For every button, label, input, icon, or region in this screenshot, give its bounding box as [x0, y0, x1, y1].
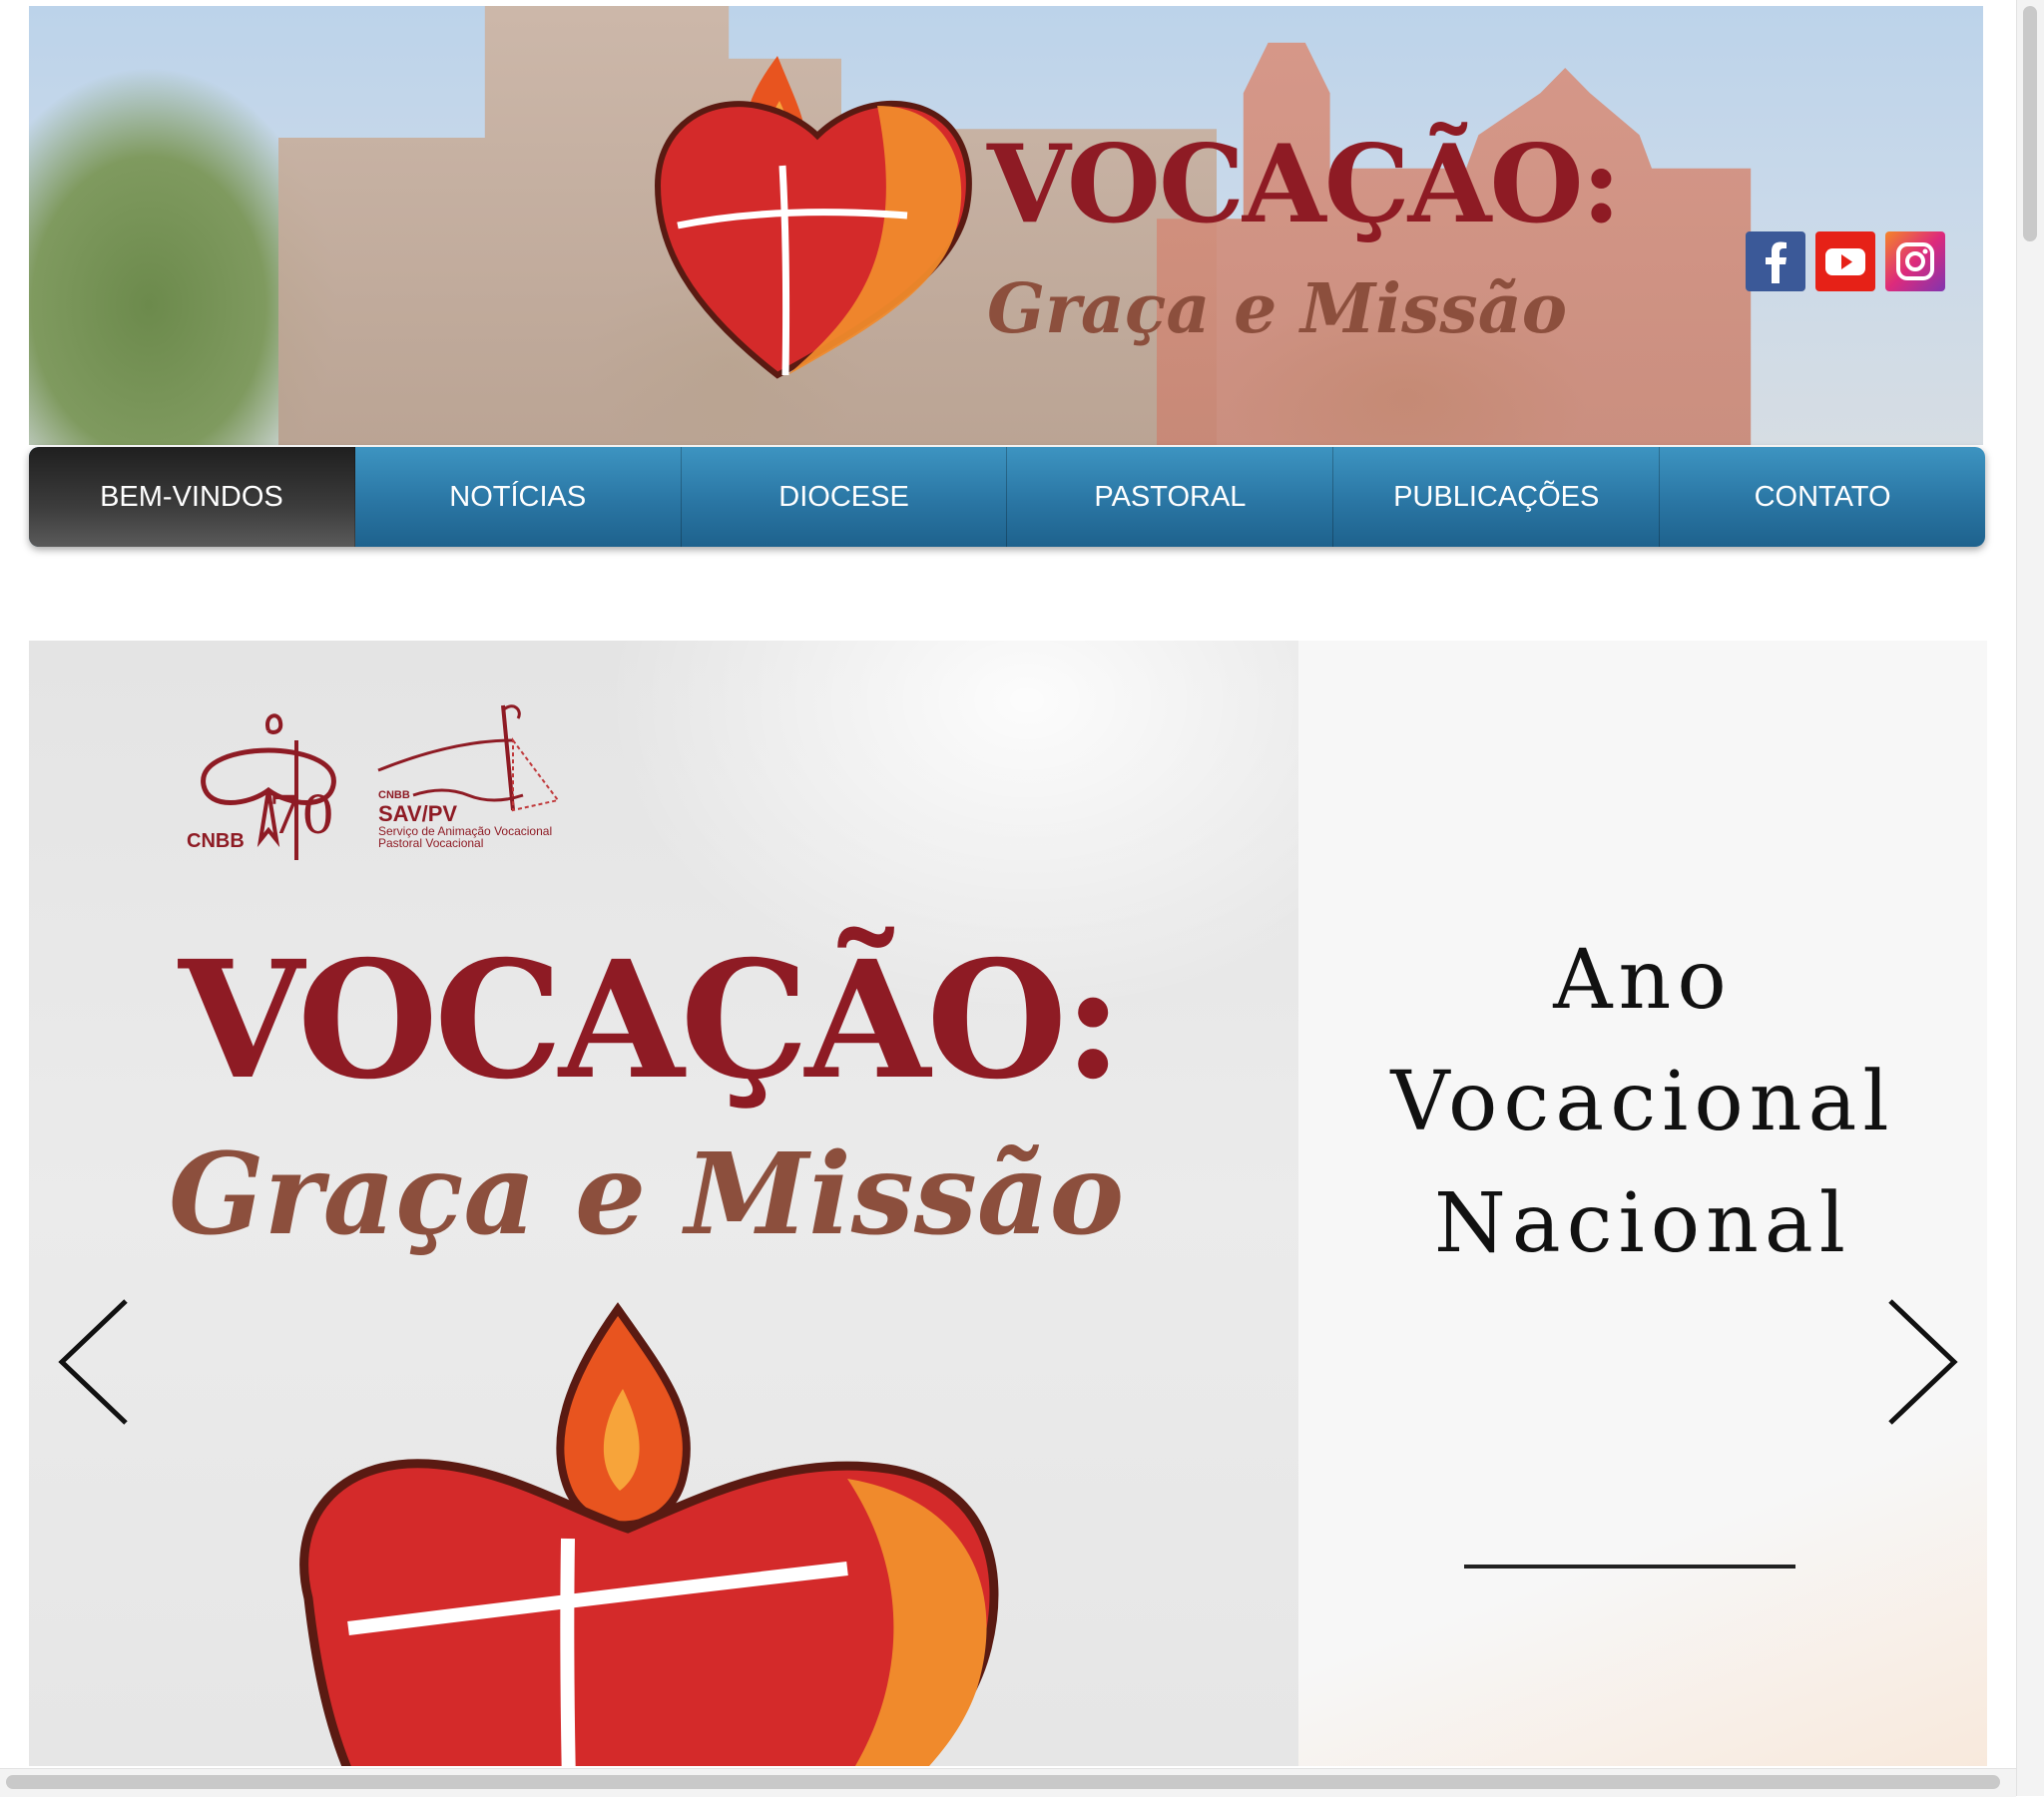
- sav-name: SAV/PV: [378, 800, 458, 826]
- chevron-right-icon: [1888, 1299, 1958, 1425]
- nav-item-noticias[interactable]: NOTÍCIAS: [355, 447, 682, 547]
- slide-next-button[interactable]: [1884, 1297, 1960, 1427]
- nav-item-publicacoes[interactable]: PUBLICAÇÕES: [1333, 447, 1661, 547]
- horizontal-scrollbar[interactable]: [0, 1768, 2016, 1797]
- slide-prev-button[interactable]: [56, 1297, 132, 1427]
- sav-top-label: CNBB: [378, 789, 410, 801]
- instagram-icon: [1896, 242, 1934, 280]
- banner-title: VOCAÇÃO:: [987, 122, 1621, 247]
- youtube-link[interactable]: [1815, 231, 1875, 291]
- vertical-scrollbar[interactable]: [2016, 0, 2044, 1796]
- slide-title: Ano Vocacional Nacional: [1298, 920, 1987, 1285]
- slide-image[interactable]: CNBB 70 CNBB SAV/PV Serviço de Animação …: [29, 641, 1298, 1766]
- facebook-link[interactable]: [1746, 231, 1805, 291]
- nav-item-diocese[interactable]: DIOCESE: [682, 447, 1008, 547]
- sav-line-2: Pastoral Vocacional: [378, 836, 484, 851]
- heart-flame-logo[interactable]: [628, 46, 1007, 405]
- nav-item-bem-vindos[interactable]: BEM-VINDOS: [29, 447, 355, 547]
- nav-item-pastoral[interactable]: PASTORAL: [1007, 447, 1334, 547]
- slide-title-line-2: Vocacional: [1390, 1055, 1895, 1149]
- nav-item-contato[interactable]: CONTATO: [1660, 447, 1985, 547]
- youtube-icon: [1825, 248, 1865, 275]
- vertical-scrollbar-thumb[interactable]: [2023, 6, 2037, 241]
- slide-title-line-1: Ano: [1553, 933, 1733, 1028]
- main-nav: BEM-VINDOS NOTÍCIAS DIOCESE PASTORAL PUB…: [29, 447, 1985, 547]
- hero-slideshow: CNBB 70 CNBB SAV/PV Serviço de Animação …: [29, 641, 1987, 1766]
- slide-image-title: VOCAÇÃO:: [179, 926, 1123, 1116]
- cnbb-label: CNBB: [187, 830, 245, 852]
- banner-subtitle: Graça e Missão: [987, 269, 1568, 349]
- slide-text-panel: Ano Vocacional Nacional: [1298, 641, 1987, 1766]
- facebook-icon: [1766, 241, 1787, 283]
- slide-divider: [1464, 1565, 1795, 1569]
- chevron-left-icon: [58, 1299, 128, 1425]
- heart-flame-logo-large: [299, 1302, 999, 1766]
- sav-pv-text: CNBB SAV/PV Serviço de Animação Vocacion…: [378, 789, 552, 851]
- anos-number: 70: [268, 786, 335, 846]
- header-banner: VOCAÇÃO: Graça e Missão: [29, 6, 1983, 445]
- slide-title-line-3: Nacional: [1433, 1176, 1852, 1271]
- instagram-link[interactable]: [1885, 231, 1945, 291]
- horizontal-scrollbar-thumb[interactable]: [6, 1775, 2000, 1789]
- slide-image-subtitle: Graça e Missão: [169, 1129, 1125, 1260]
